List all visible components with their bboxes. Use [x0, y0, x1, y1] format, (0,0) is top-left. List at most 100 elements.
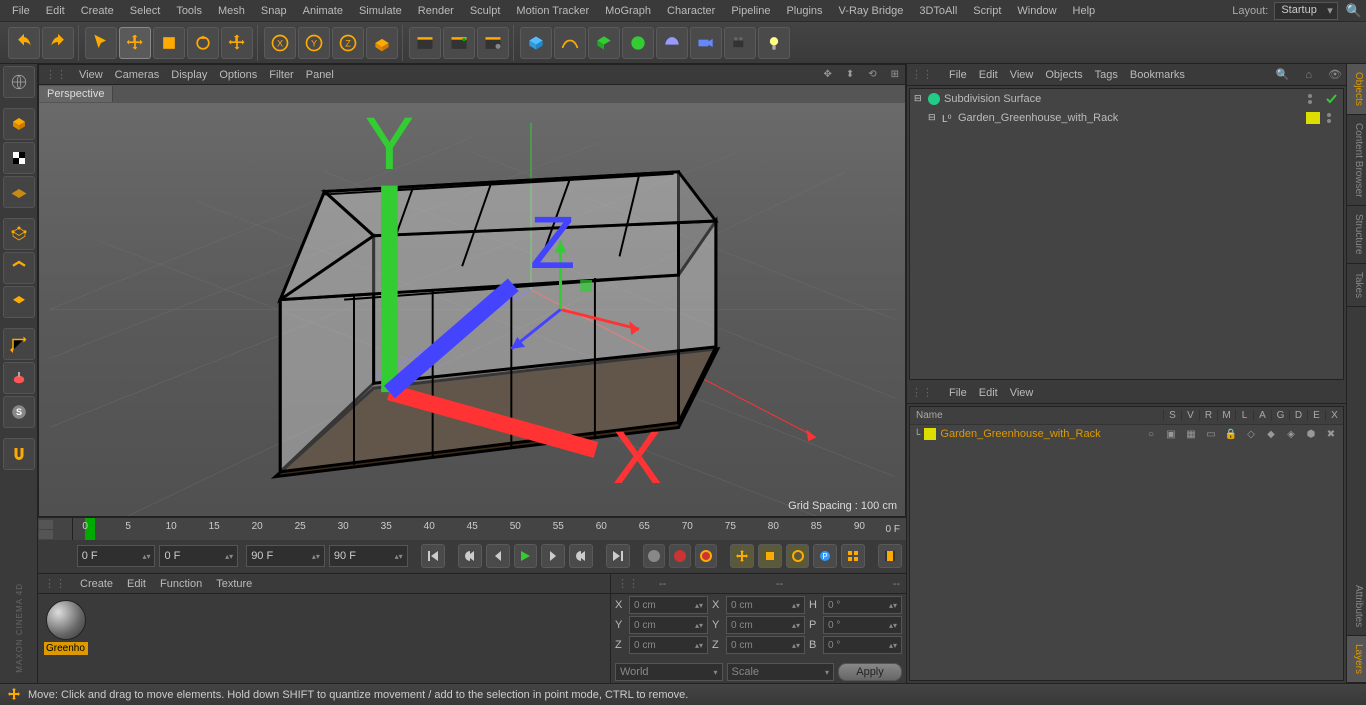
layout-select[interactable]: Startup: [1274, 2, 1337, 20]
prev-key-button[interactable]: [458, 544, 482, 568]
key-scale-button[interactable]: [758, 544, 782, 568]
layer-color-swatch[interactable]: [924, 428, 936, 440]
last-tool[interactable]: [221, 27, 253, 59]
tab-objects[interactable]: Objects: [1347, 64, 1366, 115]
menu-3dtoall[interactable]: 3DToAll: [911, 2, 965, 20]
expand-icon[interactable]: └: [914, 429, 920, 439]
deform-icon[interactable]: ◈: [1283, 429, 1299, 440]
autokey-button[interactable]: [669, 544, 691, 568]
edges-mode-button[interactable]: [3, 252, 35, 284]
spline-button[interactable]: [554, 27, 586, 59]
deformer-button[interactable]: [622, 27, 654, 59]
key-pos-button[interactable]: [730, 544, 754, 568]
layers-menu-view[interactable]: View: [1010, 387, 1034, 399]
manager-icon[interactable]: ▭: [1203, 429, 1219, 440]
gen-icon[interactable]: ◆: [1263, 429, 1279, 440]
xref-icon[interactable]: ✖: [1323, 429, 1339, 440]
viewport-tab-perspective[interactable]: Perspective: [39, 86, 113, 102]
material-menu-texture[interactable]: Texture: [216, 578, 252, 590]
layer-header-name[interactable]: Name: [910, 410, 1163, 421]
keyframe-sel-button[interactable]: [695, 544, 717, 568]
material-menu-function[interactable]: Function: [160, 578, 202, 590]
anim-icon[interactable]: ◇: [1243, 429, 1259, 440]
frame-start-input[interactable]: 0 F▴▾: [77, 545, 156, 567]
tweak-button[interactable]: [3, 362, 35, 394]
objects-menu-file[interactable]: File: [949, 69, 967, 81]
objects-menu-view[interactable]: View: [1010, 69, 1034, 81]
camera-button[interactable]: [690, 27, 722, 59]
expand-icon[interactable]: ⊟: [928, 112, 938, 123]
key-pla-button[interactable]: [841, 544, 865, 568]
timeline-ruler[interactable]: 051015202530354045505560657075808590: [72, 518, 880, 540]
render-picture-button[interactable]: [443, 27, 475, 59]
snap-button[interactable]: S: [3, 396, 35, 428]
key-rot-button[interactable]: [786, 544, 810, 568]
render-icon[interactable]: ▦: [1183, 429, 1199, 440]
film-button[interactable]: [878, 544, 902, 568]
play-button[interactable]: [514, 544, 538, 568]
coord-input[interactable]: 0 cm▴▾: [629, 636, 708, 654]
next-key-button[interactable]: [569, 544, 593, 568]
layer-tag-icon[interactable]: [1306, 112, 1320, 124]
menu-tools[interactable]: Tools: [168, 2, 210, 20]
scale-tool[interactable]: [153, 27, 185, 59]
tab-structure[interactable]: Structure: [1347, 206, 1366, 264]
polys-mode-button[interactable]: [3, 286, 35, 318]
menu-edit[interactable]: Edit: [38, 2, 73, 20]
viewport-zoom-icon[interactable]: ⬍: [846, 69, 854, 80]
coord-system-button[interactable]: [366, 27, 398, 59]
next-frame-button[interactable]: [541, 544, 565, 568]
visibility-dots-icon[interactable]: [1325, 112, 1339, 124]
menu-render[interactable]: Render: [410, 2, 462, 20]
workplane-button[interactable]: [3, 176, 35, 208]
coord-mode-select[interactable]: World▾: [615, 663, 723, 681]
eye-icon[interactable]: 👁: [1328, 68, 1342, 81]
frame-min-input[interactable]: 0 F▴▾: [159, 545, 238, 567]
menu-motion-tracker[interactable]: Motion Tracker: [508, 2, 597, 20]
frame-max-input[interactable]: 90 F▴▾: [246, 545, 325, 567]
tab-takes[interactable]: Takes: [1347, 264, 1366, 307]
material-menu-create[interactable]: Create: [80, 578, 113, 590]
viewport-menu-options[interactable]: Options: [219, 69, 257, 81]
axis-tool-button[interactable]: [3, 328, 35, 360]
solo-icon[interactable]: ○: [1143, 429, 1159, 440]
globe-icon[interactable]: [3, 66, 35, 98]
menu-help[interactable]: Help: [1065, 2, 1104, 20]
viewport-menu-cameras[interactable]: Cameras: [115, 69, 160, 81]
texture-mode-button[interactable]: [3, 142, 35, 174]
model-mode-button[interactable]: [3, 108, 35, 140]
coord-input[interactable]: 0 cm▴▾: [726, 636, 805, 654]
axis-x-button[interactable]: X: [264, 27, 296, 59]
prev-frame-button[interactable]: [486, 544, 510, 568]
enable-check-icon[interactable]: [1325, 93, 1339, 105]
tab-content-browser[interactable]: Content Browser: [1347, 115, 1366, 206]
home-icon[interactable]: ⌂: [1305, 69, 1312, 81]
menu-window[interactable]: Window: [1009, 2, 1064, 20]
axis-y-button[interactable]: Y: [298, 27, 330, 59]
view-icon[interactable]: ▣: [1163, 429, 1179, 440]
menu-vray-bridge[interactable]: V-Ray Bridge: [831, 2, 912, 20]
generator-button[interactable]: [588, 27, 620, 59]
menu-create[interactable]: Create: [73, 2, 122, 20]
objects-menu-bookmarks[interactable]: Bookmarks: [1130, 69, 1185, 81]
coord-input[interactable]: 0 cm▴▾: [726, 616, 805, 634]
expr-icon[interactable]: ⬢: [1303, 429, 1319, 440]
menu-select[interactable]: Select: [122, 2, 169, 20]
coord-input[interactable]: 0 °▴▾: [823, 636, 902, 654]
objects-menu-tags[interactable]: Tags: [1095, 69, 1118, 81]
viewport-menu-display[interactable]: Display: [171, 69, 207, 81]
search-icon[interactable]: 🔍: [1346, 3, 1362, 19]
light-button[interactable]: [758, 27, 790, 59]
coord-input[interactable]: 0 cm▴▾: [629, 616, 708, 634]
camera-object-button[interactable]: [724, 27, 756, 59]
frame-end-input[interactable]: 90 F▴▾: [329, 545, 408, 567]
menu-sculpt[interactable]: Sculpt: [462, 2, 509, 20]
rotate-tool[interactable]: [187, 27, 219, 59]
menu-plugins[interactable]: Plugins: [778, 2, 830, 20]
objects-menu-objects[interactable]: Objects: [1045, 69, 1082, 81]
magnet-button[interactable]: [3, 438, 35, 470]
goto-start-button[interactable]: [421, 544, 445, 568]
tab-attributes[interactable]: Attributes: [1347, 577, 1366, 636]
render-settings-button[interactable]: [477, 27, 509, 59]
menu-animate[interactable]: Animate: [295, 2, 351, 20]
